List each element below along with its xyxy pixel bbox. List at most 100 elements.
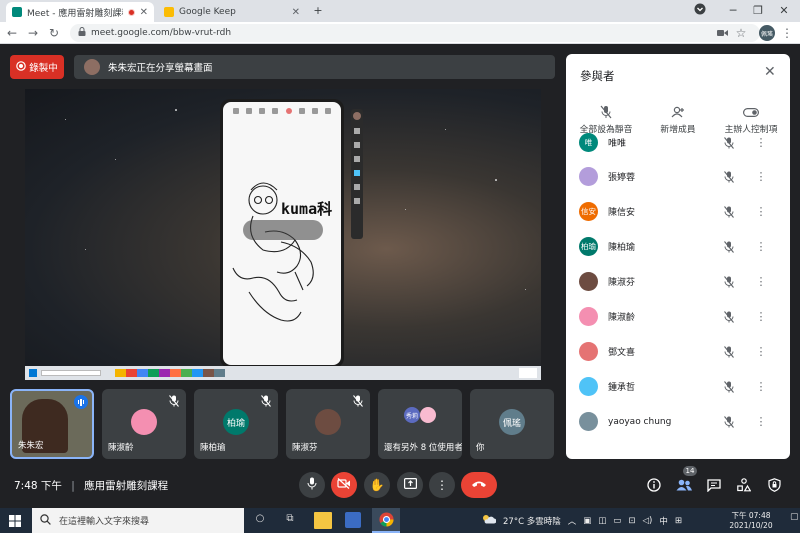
reload-icon[interactable]: ↻ <box>46 25 62 41</box>
tray-chevron-icon[interactable]: ︿ <box>568 515 577 527</box>
volume-icon[interactable]: ◁) <box>642 516 652 526</box>
notification-icon[interactable]: ▢ <box>790 512 799 529</box>
tile-avatar <box>315 409 341 435</box>
more-vert-icon[interactable]: ⋮ <box>754 275 768 288</box>
tab-search-icon[interactable] <box>692 3 708 19</box>
chat-icon[interactable] <box>705 476 723 494</box>
battery-icon[interactable]: ▭ <box>613 516 621 526</box>
mic-button[interactable] <box>299 472 325 498</box>
search-icon <box>40 513 51 528</box>
cortana-icon[interactable]: ○ <box>252 513 268 528</box>
raise-hand-button[interactable]: ✋ <box>364 472 390 498</box>
taskbar-clock[interactable]: 下午 07:48 2021/10/20 <box>716 511 786 531</box>
participant-avatar: 唯 <box>579 133 598 152</box>
more-vert-icon[interactable]: ⋮ <box>754 240 768 253</box>
more-vert-icon[interactable]: ⋮ <box>754 380 768 393</box>
address-bar[interactable]: meet.google.com/bbw-vrut-rdh <box>70 24 760 42</box>
close-panel-icon[interactable]: ✕ <box>764 64 776 80</box>
restore-icon[interactable]: ❐ <box>750 3 766 19</box>
more-vert-icon[interactable]: ⋮ <box>754 345 768 358</box>
more-options-button[interactable]: ⋮ <box>429 472 455 498</box>
mic-off-icon[interactable] <box>722 275 736 288</box>
mic-off-icon[interactable] <box>722 310 736 323</box>
participant-row[interactable]: 陳淑芬 ⋮ <box>566 264 790 299</box>
chrome-menu-icon[interactable]: ⋮ <box>779 25 795 41</box>
recording-indicator-icon <box>127 8 135 16</box>
participant-tile[interactable]: 秀莉 還有另外 8 位使用者 <box>378 389 462 459</box>
host-controls-shield-icon[interactable] <box>765 476 783 494</box>
windows-start-icon[interactable] <box>9 515 21 527</box>
browser-tab-strip: Meet - 應用雷射雕刻課程 ✕ Google Keep ✕ + ─ ❐ ✕ <box>0 0 800 22</box>
weather-text[interactable]: 27°C 多雲時陰 <box>503 515 561 527</box>
mic-off-icon[interactable] <box>722 136 736 149</box>
participant-row[interactable]: 鍾承哲 ⋮ <box>566 369 790 404</box>
meeting-details-icon[interactable] <box>645 476 663 494</box>
phone-overlay-controls <box>243 220 323 240</box>
present-button[interactable] <box>397 472 423 498</box>
task-view-icon[interactable]: ⧉ <box>282 513 298 528</box>
participant-count-badge: 14 <box>683 466 697 476</box>
more-vert-icon[interactable]: ⋮ <box>754 170 768 183</box>
tile-name: 你 <box>476 443 485 453</box>
ime-indicator[interactable]: 中 <box>659 515 668 527</box>
forward-icon[interactable]: → <box>25 25 41 41</box>
minimize-icon[interactable]: ─ <box>725 3 741 19</box>
participant-tile[interactable]: 朱朱宏 <box>10 389 94 459</box>
mic-off-icon[interactable] <box>722 415 736 428</box>
back-icon[interactable]: ← <box>4 25 20 41</box>
taskbar-search-box[interactable]: 在這裡輸入文字來搜尋 <box>32 508 244 533</box>
camera-off-button[interactable] <box>331 472 357 498</box>
participant-row[interactable]: 鄧文喜 ⋮ <box>566 334 790 369</box>
tab-title: Meet - 應用雷射雕刻課程 <box>27 8 123 19</box>
bookmark-star-icon[interactable]: ☆ <box>733 25 749 41</box>
mic-off-icon[interactable] <box>722 380 736 393</box>
close-window-icon[interactable]: ✕ <box>776 3 792 19</box>
lock-icon <box>78 27 86 39</box>
more-vert-icon[interactable]: ⋮ <box>754 205 768 218</box>
recording-badge[interactable]: 錄製中 <box>10 55 64 79</box>
activities-icon[interactable] <box>735 476 753 494</box>
participant-tile[interactable]: 陳淑芬 <box>286 389 370 459</box>
participant-row[interactable]: yaoyao chung ⋮ <box>566 404 790 439</box>
camera-in-use-icon[interactable] <box>714 25 730 41</box>
participant-tile[interactable]: 佩瑤你 <box>470 389 554 459</box>
new-tab-plus-icon[interactable]: + <box>310 3 326 19</box>
taskbar-time: 下午 07:48 <box>731 511 771 520</box>
participant-tile[interactable]: 柏瑜 陳柏瑜 <box>194 389 278 459</box>
participant-row[interactable]: 信安 陳信安 ⋮ <box>566 194 790 229</box>
leave-call-button[interactable] <box>461 472 497 498</box>
network-icon[interactable]: ⊡ <box>628 516 635 526</box>
file-explorer-icon[interactable] <box>314 512 332 529</box>
participant-tile[interactable]: 陳淑齡 <box>102 389 186 459</box>
close-tab-icon[interactable]: ✕ <box>292 7 300 18</box>
more-vert-icon[interactable]: ⋮ <box>754 415 768 428</box>
store-icon[interactable] <box>345 512 361 528</box>
more-vert-icon[interactable]: ⋮ <box>754 136 768 149</box>
more-vert-icon[interactable]: ⋮ <box>754 310 768 323</box>
mic-off-icon[interactable] <box>722 345 736 358</box>
tab-meet[interactable]: Meet - 應用雷射雕刻課程 ✕ <box>6 2 154 22</box>
chrome-taskbar-icon[interactable] <box>372 508 400 533</box>
panel-title: 參與者 <box>580 69 615 83</box>
mic-off-icon[interactable] <box>722 205 736 218</box>
tab-keep[interactable]: Google Keep ✕ <box>158 2 306 22</box>
toggle-icon <box>714 102 788 122</box>
mic-off-icon <box>260 395 272 407</box>
sketch-text: kuma科 <box>281 200 333 218</box>
person-add-icon <box>641 102 715 122</box>
ime-mode-icon[interactable]: ⊞ <box>675 516 682 526</box>
tray-app-icon[interactable]: ▣ <box>583 516 591 526</box>
participant-row[interactable]: 柏瑜 陳柏瑜 ⋮ <box>566 229 790 264</box>
mic-off-icon[interactable] <box>722 170 736 183</box>
participant-row[interactable]: 唯唯唯 ⋮ <box>566 125 790 160</box>
mic-off-icon <box>352 395 364 407</box>
profile-avatar[interactable]: 佩瑤 <box>759 25 775 41</box>
tray-app-icon[interactable]: ◫ <box>598 516 606 526</box>
url-text: meet.google.com/bbw-vrut-rdh <box>91 28 232 38</box>
participant-row[interactable]: 張婷蓉 ⋮ <box>566 159 790 194</box>
participant-name: 唯唯 <box>608 139 627 149</box>
participant-row[interactable]: 陳淑齡 ⋮ <box>566 299 790 334</box>
close-tab-icon[interactable]: ✕ <box>140 7 148 18</box>
people-icon[interactable] <box>675 476 693 494</box>
mic-off-icon[interactable] <box>722 240 736 253</box>
